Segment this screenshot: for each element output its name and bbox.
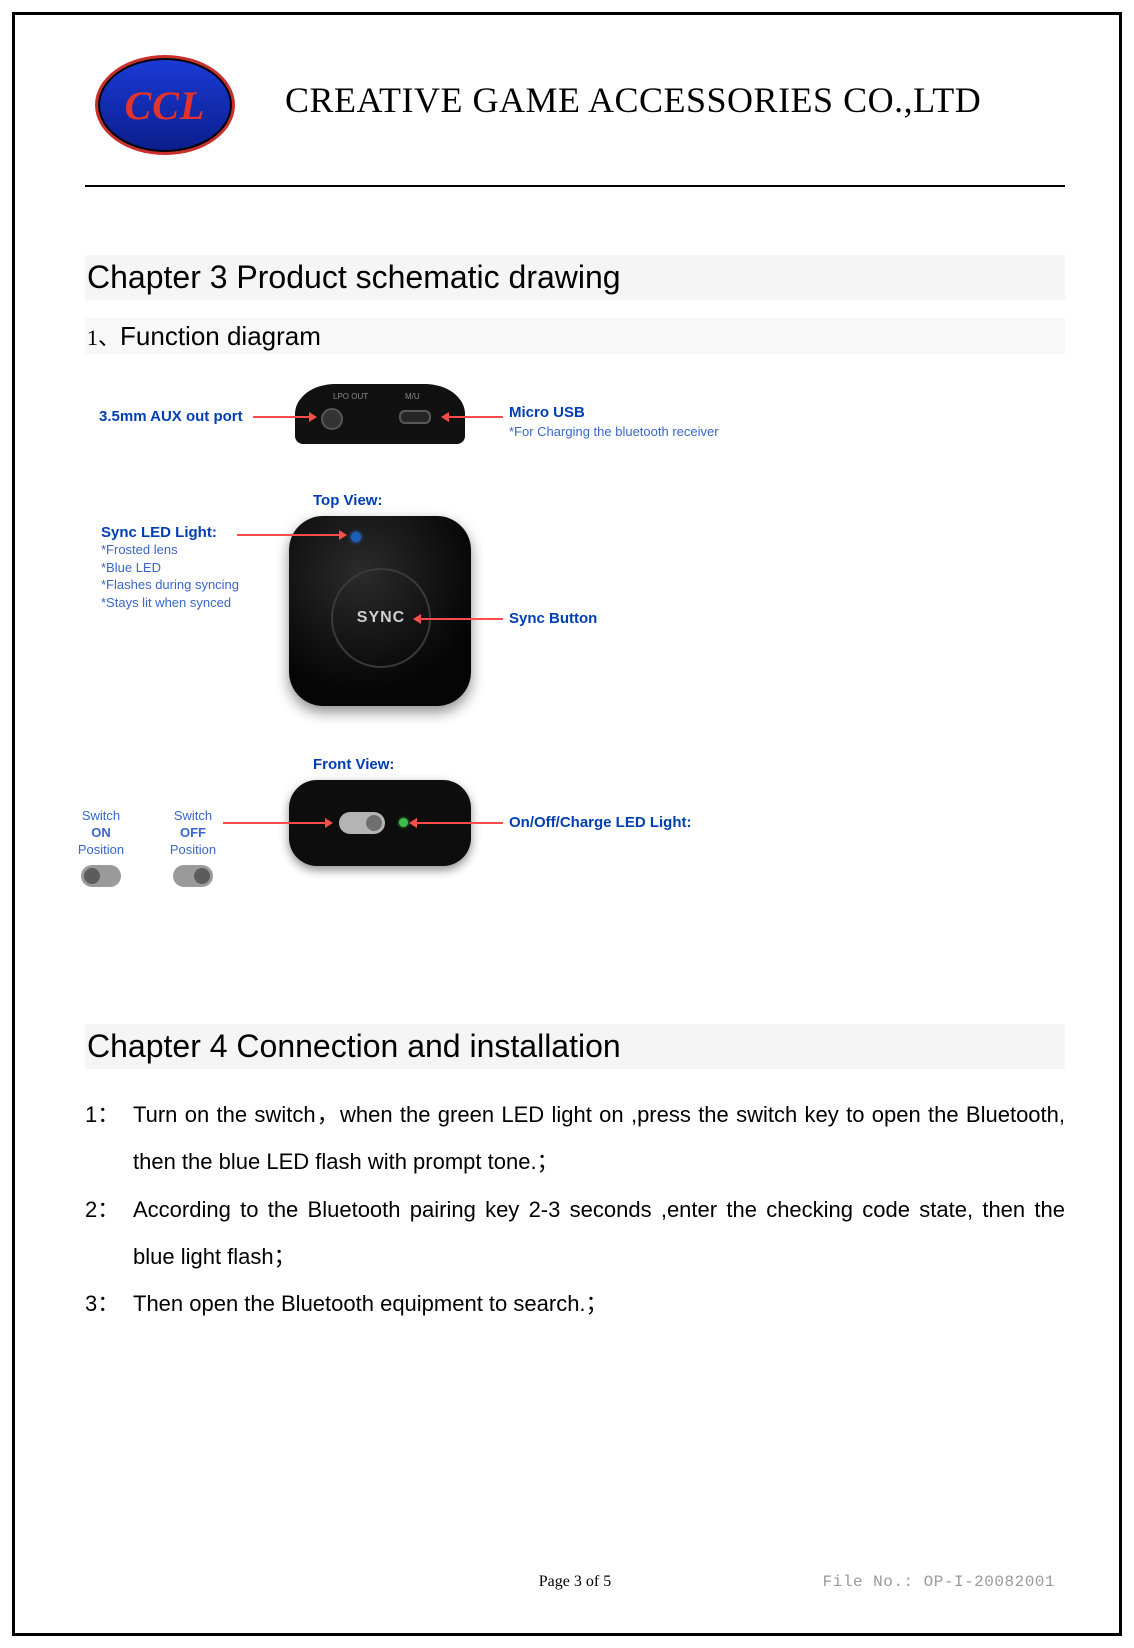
section1-label: Function diagram: [120, 321, 321, 351]
aux-port-icon: [321, 408, 343, 430]
page-border: CCL CREATIVE GAME ACCESSORIES CO.,LTD Ch…: [12, 12, 1122, 1636]
switch-on-line1: Switch: [82, 808, 120, 823]
sync-led-title: Sync LED Light:: [101, 524, 239, 541]
chapter4-item-1: 1： Turn on the switch，when the green LED…: [85, 1091, 1065, 1186]
switch-on-line2: ON: [65, 825, 137, 842]
chapter4-body: 1： Turn on the switch，when the green LED…: [85, 1091, 1065, 1327]
file-number: File No.: OP-I-20082001: [823, 1573, 1055, 1591]
sync-led-icon: [351, 532, 361, 542]
item3-number: 3：: [85, 1280, 121, 1327]
arrow-sync-btn-icon: [415, 618, 503, 620]
header-divider: [85, 185, 1065, 187]
top-view-caption: Top View:: [313, 492, 382, 509]
chapter4-item-2: 2： According to the Bluetooth pairing ke…: [85, 1186, 1065, 1281]
sync-led-line-3: *Stays lit when synced: [101, 594, 239, 612]
switch-off-caption: Switch OFF Position: [157, 808, 229, 887]
sync-led-line-2: *Flashes during syncing: [101, 576, 239, 594]
switch-on-caption: Switch ON Position: [65, 808, 137, 887]
arrow-onoff-icon: [411, 822, 503, 824]
company-name: CREATIVE GAME ACCESSORIES CO.,LTD: [285, 79, 981, 121]
front-view-caption: Front View:: [313, 756, 394, 773]
usb-sub-caption: *For Charging the bluetooth receiver: [509, 424, 719, 439]
function-diagram: LPO OUT M/U 3.5mm AUX out port Micro USB…: [55, 384, 775, 984]
arrow-usb-icon: [443, 416, 503, 418]
chapter4-heading: Chapter 4 Connection and installation: [85, 1024, 1065, 1069]
usb-caption: Micro USB: [509, 404, 585, 421]
switch-off-line1: Switch: [174, 808, 212, 823]
switch-on-line3: Position: [78, 842, 124, 857]
chapter4-item-3: 3： Then open the Bluetooth equipment to …: [85, 1280, 1065, 1327]
item3-text: Then open the Bluetooth equipment to sea…: [133, 1280, 1065, 1327]
switch-on-icon: [81, 865, 121, 887]
edge-label-left: LPO OUT: [333, 392, 368, 401]
logo: CCL: [95, 55, 235, 155]
switch-off-icon: [173, 865, 213, 887]
arrow-sync-led-icon: [237, 534, 345, 536]
chapter3-section1-heading: 1、Function diagram: [85, 318, 1065, 354]
sync-led-line-1: *Blue LED: [101, 559, 239, 577]
header: CCL CREATIVE GAME ACCESSORIES CO.,LTD: [75, 55, 1075, 175]
arrow-front-switch-icon: [223, 822, 331, 824]
aux-caption: 3.5mm AUX out port: [99, 408, 243, 425]
sync-led-caption: Sync LED Light: *Frosted lens *Blue LED …: [101, 524, 239, 611]
device-edge-view: [295, 384, 465, 444]
arrow-aux-icon: [253, 416, 315, 418]
onoff-led-caption: On/Off/Charge LED Light:: [509, 814, 691, 831]
sync-button-caption: Sync Button: [509, 610, 597, 627]
section1-number: 1、: [87, 325, 120, 350]
item1-number: 1：: [85, 1091, 121, 1186]
logo-text: CCL: [95, 55, 235, 155]
chapter3-heading: Chapter 3 Product schematic drawing: [85, 255, 1065, 300]
edge-label-right: M/U: [405, 392, 420, 401]
switch-off-line3: Position: [170, 842, 216, 857]
footer: Page 3 of 5 File No.: OP-I-20082001: [85, 1573, 1065, 1603]
switch-off-line2: OFF: [157, 825, 229, 842]
item2-text: According to the Bluetooth pairing key 2…: [133, 1186, 1065, 1281]
micro-usb-port-icon: [399, 410, 431, 424]
item1-text: Turn on the switch，when the green LED li…: [133, 1091, 1065, 1186]
front-led-icon: [399, 818, 408, 827]
item2-number: 2：: [85, 1186, 121, 1281]
sync-led-line-0: *Frosted lens: [101, 541, 239, 559]
front-switch-icon: [339, 812, 385, 834]
content: Chapter 3 Product schematic drawing 1、Fu…: [85, 225, 1065, 1327]
